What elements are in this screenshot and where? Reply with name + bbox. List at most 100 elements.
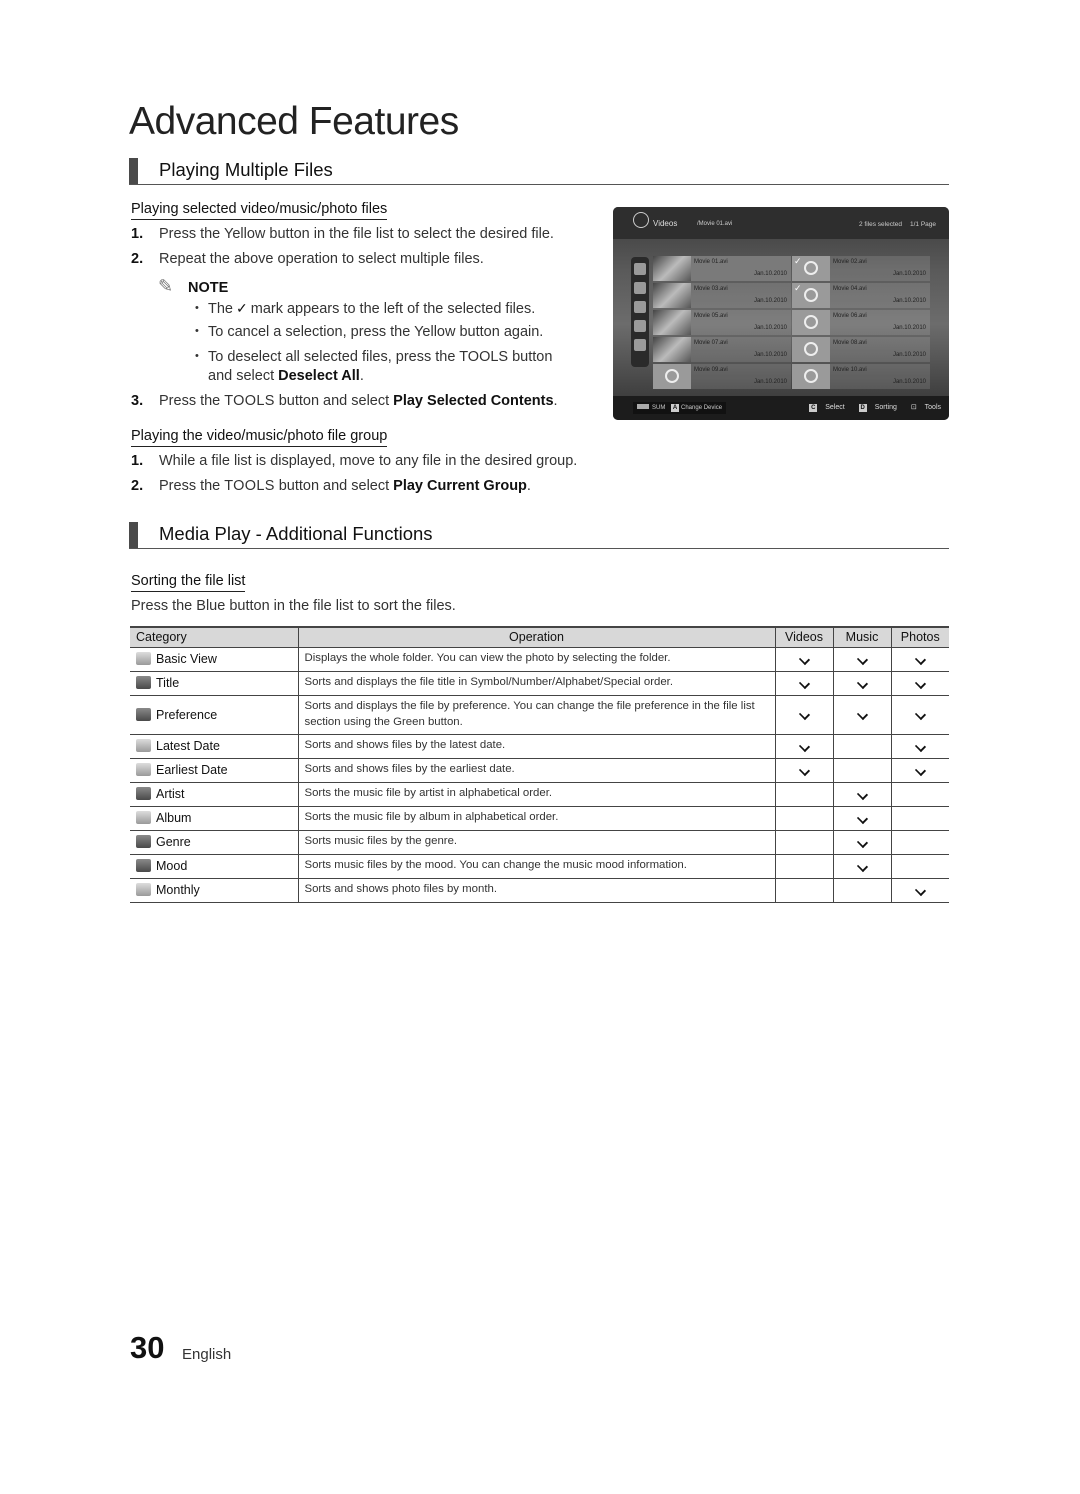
selected-checkmark-icon: ✓ [794,283,802,293]
music-support-cell [832,758,891,783]
note-text: To cancel a selection, press the Yellow … [208,324,544,340]
tv-file-item[interactable]: Movie 03.avi Jan.10.2010 [653,283,791,308]
d-key-icon: D [858,404,867,412]
category-cell: Monthly [130,878,299,903]
tv-file-item[interactable]: Movie 08.avi Jan.10.2010 [792,337,930,362]
tv-file-name: Movie 04.avi [833,286,867,292]
category-label: Genre [156,835,191,849]
music-support-cell [832,647,891,672]
supported-check-icon [798,764,810,776]
note-text: and select [208,368,279,384]
latest-date-icon[interactable] [634,301,646,313]
tv-file-name: Movie 08.avi [833,340,867,346]
tools-button[interactable]: ⊡ Tools [905,404,941,411]
tv-category-label: Videos [653,219,678,228]
folder-icon[interactable] [634,263,646,275]
tv-page-info: 1/1 Page [910,221,937,228]
photos-support-cell [890,830,949,855]
folder-icon [136,652,151,665]
supported-check-icon [914,764,926,776]
tv-file-date: Jan.10.2010 [892,298,926,304]
film-reel-icon [804,288,818,302]
note-text: button [508,349,553,365]
category-cell: Genre [130,830,299,855]
header-videos: Videos [774,626,833,648]
bullet-icon: • [195,350,199,362]
note-text: mark appears to the left of the selected… [250,301,536,317]
tv-footer-left: SUM A Change Device [633,402,727,414]
operation-cell: Sorts and displays the file title in Sym… [297,671,775,696]
section-heading-text: Media Play - Additional Functions [159,523,433,544]
note-bullet-3-line2: and select Deselect All. [208,368,364,384]
monthly-calendar-icon [136,883,151,896]
section-heading-text: Playing Multiple Files [159,159,333,180]
pencil-note-icon: ✎ [158,276,174,296]
supported-check-icon [856,836,868,848]
supported-check-icon [856,708,868,721]
videos-support-cell [774,734,833,759]
subheading-playing-selected-files: Playing selected video/music/photo files [131,201,388,220]
change-device-button[interactable]: Change Device [681,405,722,411]
category-cell: Basic View [130,647,299,672]
sorting-button[interactable]: D Sorting [853,404,897,412]
selected-checkmark-icon: ✓ [794,256,802,266]
video-placeholder-thumbnail [792,310,830,335]
page-number: 30 [130,1330,165,1365]
sorting-intro-text: Press the Blue button in the file list t… [131,598,456,614]
tv-file-name: Movie 09.avi [694,367,728,373]
preference-star-icon [136,707,151,721]
supported-check-icon [914,677,926,689]
step-number: 1. [131,226,144,242]
tv-footer-right: C Select D Sorting ⊡ Tools [797,403,941,412]
videos-support-cell [774,806,833,831]
step-text: button and select [274,393,394,409]
music-support-cell [832,695,891,735]
step-text: . [553,393,558,409]
videos-support-cell [774,830,833,855]
tv-file-name: Movie 05.avi [694,313,728,319]
step-text: Press the [159,393,225,409]
tv-path: /Movie 01.avi [697,221,733,227]
tv-file-item[interactable]: ✓ Movie 02.avi Jan.10.2010 [792,256,930,281]
table-row: Mood Sorts music files by the mood. You c… [130,854,949,879]
photos-support-cell [890,671,949,696]
tools-label: Tools [924,404,941,411]
tv-file-item[interactable]: Movie 06.avi Jan.10.2010 [792,310,930,335]
tv-file-item[interactable]: Movie 05.avi Jan.10.2010 [653,310,791,335]
category-label: Preference [156,707,218,722]
supported-check-icon [856,788,868,800]
tv-file-date: Jan.10.2010 [753,352,787,358]
tv-file-item[interactable]: Movie 01.avi Jan.10.2010 [653,256,791,281]
category-label: Basic View [156,652,217,666]
video-placeholder-thumbnail [792,337,830,362]
supported-check-icon [798,708,810,721]
photos-support-cell [890,878,949,903]
section-heading-playing-multiple-files: Playing Multiple Files [129,158,949,185]
step-number: 1. [131,453,144,469]
step-number: 2. [131,251,144,267]
select-button[interactable]: C Select [803,404,845,412]
note-text: The [208,301,233,317]
header-photos: Photos [890,626,949,648]
category-label: Earliest Date [156,763,228,777]
video-thumbnail [653,283,691,308]
tv-file-item[interactable]: Movie 09.avi Jan.10.2010 [653,364,791,389]
tools-keyword: TOOLS [459,349,509,365]
earliest-date-icon [136,763,151,776]
photos-support-cell [890,758,949,783]
preference-star-icon[interactable] [634,339,646,351]
tv-file-item[interactable]: Movie 10.avi Jan.10.2010 [792,364,930,389]
deselect-all-label: Deselect All [278,368,360,384]
step-text: . [526,478,531,494]
tv-file-item[interactable]: Movie 07.avi Jan.10.2010 [653,337,791,362]
play-selected-contents-label: Play Selected Contents [393,393,554,409]
section-heading-bar [129,158,138,184]
subheading-playing-file-group: Playing the video/music/photo file group [131,428,388,447]
photos-support-cell [890,854,949,879]
video-reel-icon [633,212,649,228]
title-az-icon[interactable] [634,282,646,294]
tv-file-item[interactable]: ✓ Movie 04.avi Jan.10.2010 [792,283,930,308]
category-label: Album [156,811,192,825]
earliest-date-icon[interactable] [634,320,646,332]
supported-check-icon [914,740,926,752]
